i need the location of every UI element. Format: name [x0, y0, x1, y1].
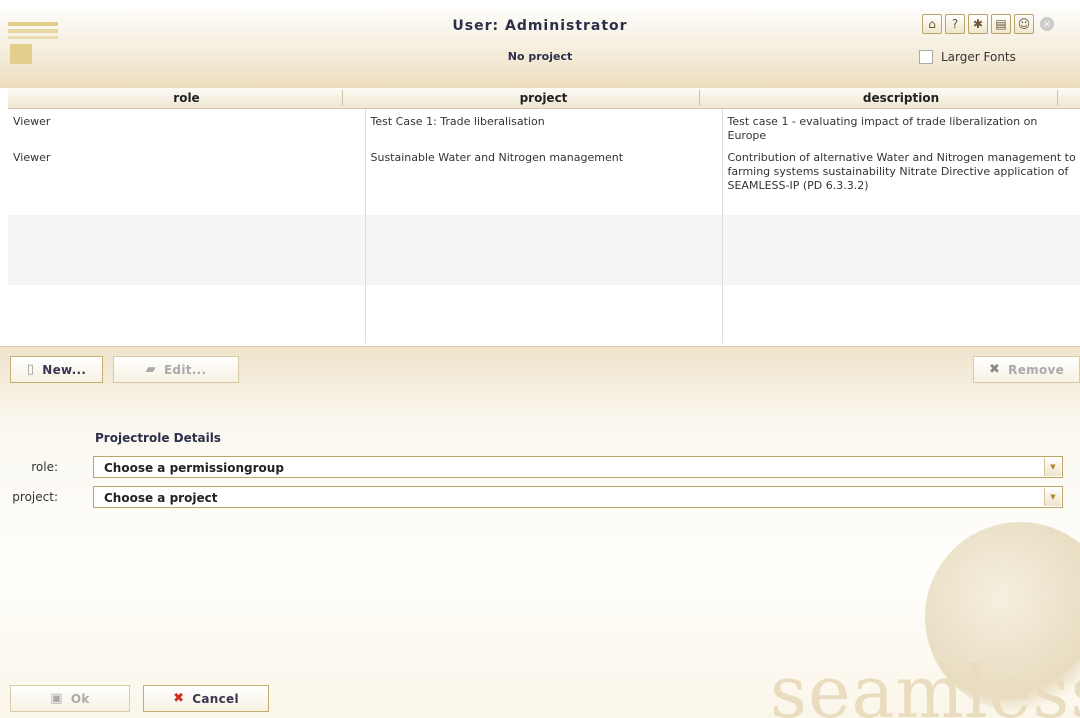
larger-fonts-label: Larger Fonts — [941, 50, 1016, 64]
empty-cell — [722, 285, 1080, 343]
users-icon[interactable]: ☺ — [1014, 14, 1034, 34]
folder-icon: ▰ — [145, 362, 156, 377]
document-icon: ▯ — [26, 362, 35, 377]
remove-icon: ✖ — [988, 362, 1001, 377]
table-row[interactable]: Viewer Sustainable Water and Nitrogen ma… — [8, 145, 1080, 215]
cell-project: Sustainable Water and Nitrogen managemen… — [365, 145, 723, 215]
cell-description: Contribution of alternative Water and Ni… — [727, 151, 1076, 192]
project-subtitle: No project — [507, 50, 573, 63]
empty-row — [8, 285, 1080, 343]
column-header-role[interactable]: role — [8, 88, 365, 109]
column-header-description[interactable]: description — [722, 88, 1080, 109]
project-select-value: Choose a project — [104, 491, 218, 505]
ok-button-label: Ok — [70, 691, 90, 706]
empty-cell — [8, 285, 366, 343]
remove-button[interactable]: ✖ Remove — [973, 356, 1080, 383]
empty-row — [8, 215, 1080, 285]
section-title: Projectrole Details — [95, 431, 221, 445]
save-icon: ▣ — [50, 691, 63, 706]
home-icon[interactable]: ⌂ — [922, 14, 942, 34]
cancel-button-label: Cancel — [192, 691, 239, 706]
cancel-icon: ✖ — [173, 691, 185, 706]
cell-role: Viewer — [8, 145, 366, 215]
page-title: User: Administrator — [452, 18, 628, 34]
close-icon[interactable]: × — [1040, 17, 1054, 31]
column-header-project[interactable]: project — [365, 88, 722, 109]
app-header: User: Administrator No project ⌂ ? ✱ ▤ ☺… — [0, 8, 1080, 88]
empty-cell — [365, 285, 723, 343]
cell-description: Test case 1 - evaluating impact of trade… — [727, 115, 1038, 142]
cancel-button[interactable]: ✖ Cancel — [143, 685, 269, 712]
table-header: role project description — [8, 88, 1080, 109]
project-select[interactable]: Choose a project ▼ — [93, 486, 1063, 508]
edit-button-label: Edit... — [163, 362, 207, 377]
book-icon[interactable]: ▤ — [991, 14, 1011, 34]
help-icon[interactable]: ? — [945, 14, 965, 34]
chevron-down-icon[interactable]: ▼ — [1044, 488, 1061, 506]
role-select-value: Choose a permissiongroup — [104, 461, 284, 475]
details-panel: seamless ▯ New... ▰ Edit... ✖ Remove Pro… — [0, 346, 1080, 718]
empty-cell — [365, 215, 723, 285]
seamless-watermark: seamless — [770, 650, 1080, 718]
role-select[interactable]: Choose a permissiongroup ▼ — [93, 456, 1063, 478]
role-label: role: — [31, 460, 58, 474]
project-label: project: — [12, 490, 58, 504]
cell-project: Test Case 1: Trade liberalisation — [365, 108, 723, 145]
larger-fonts-checkbox[interactable] — [919, 50, 933, 64]
ok-button[interactable]: ▣ Ok — [10, 685, 130, 712]
projectroles-table: role project description Viewer Test Cas… — [8, 88, 1080, 343]
new-button[interactable]: ▯ New... — [10, 356, 103, 383]
chevron-down-icon[interactable]: ▼ — [1044, 458, 1061, 476]
new-button-label: New... — [42, 362, 87, 377]
table-row[interactable]: Viewer Test Case 1: Trade liberalisation… — [8, 108, 1080, 145]
empty-cell — [8, 215, 366, 285]
cell-role: Viewer — [8, 108, 366, 145]
empty-cell — [722, 215, 1080, 285]
larger-fonts-toggle[interactable]: Larger Fonts — [919, 50, 1016, 64]
bug-icon[interactable]: ✱ — [968, 14, 988, 34]
edit-button[interactable]: ▰ Edit... — [113, 356, 239, 383]
remove-button-label: Remove — [1008, 362, 1065, 377]
